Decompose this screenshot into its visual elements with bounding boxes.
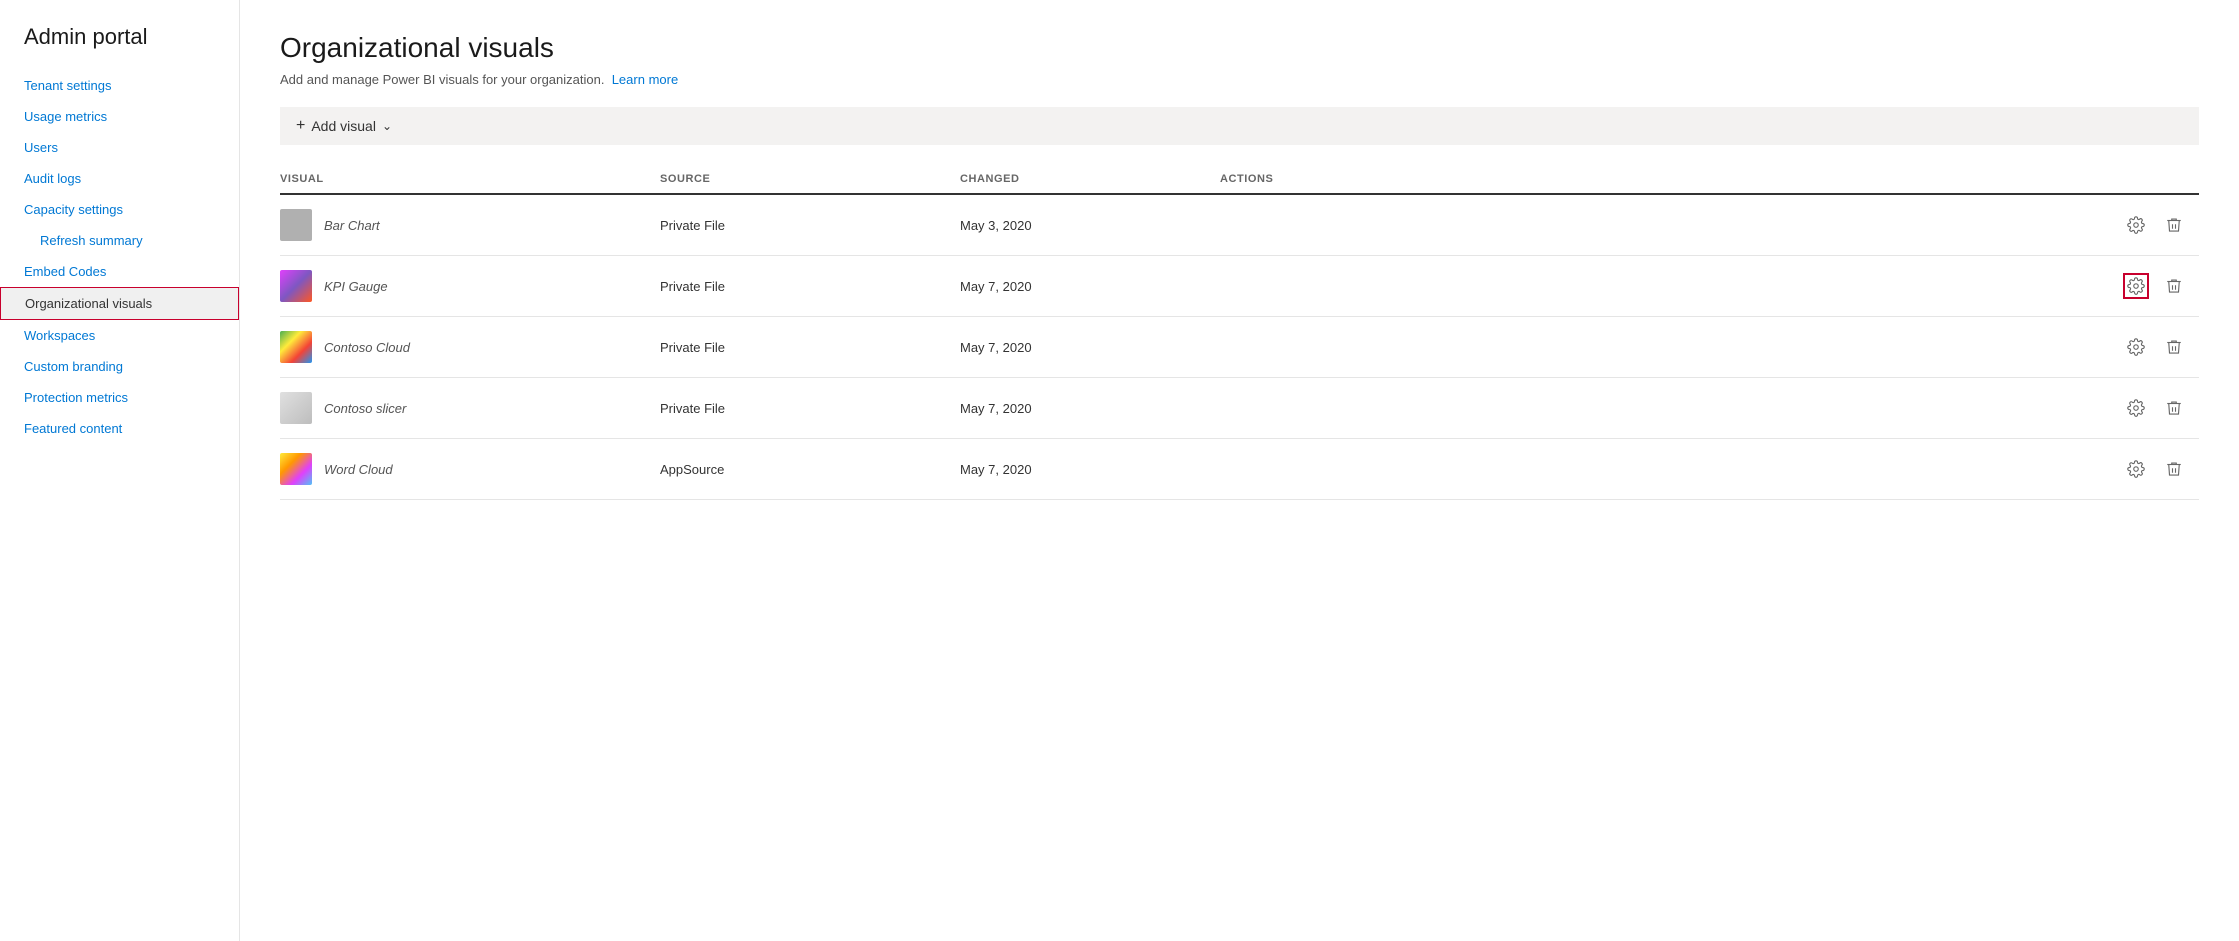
visual-cell-row3: Contoso Cloud (280, 317, 660, 378)
visuals-table: VISUAL SOURCE CHANGED ACTIONS Bar Chart … (280, 165, 2199, 500)
table-row: Contoso Cloud Private FileMay 7, 2020 (280, 317, 2199, 378)
visual-name: Bar Chart (324, 218, 380, 233)
settings-button[interactable] (2123, 273, 2149, 299)
delete-button[interactable] (2161, 456, 2187, 482)
visual-thumbnail (280, 392, 312, 424)
sidebar-item-workspaces[interactable]: Workspaces (0, 320, 239, 351)
add-visual-button[interactable]: + Add visual ⌄ (296, 117, 392, 135)
actions-cell-row3 (1220, 317, 2199, 378)
plus-icon: + (296, 117, 305, 135)
visual-cell-row2: KPI Gauge (280, 256, 660, 317)
col-header-actions: ACTIONS (1220, 165, 2199, 194)
visual-cell-row1: Bar Chart (280, 194, 660, 256)
page-description: Add and manage Power BI visuals for your… (280, 72, 2199, 87)
actions-container (1220, 212, 2187, 238)
visual-info: Contoso Cloud (280, 331, 648, 363)
page-title: Organizational visuals (280, 32, 2199, 64)
visual-thumbnail (280, 270, 312, 302)
sidebar-item-featured-content[interactable]: Featured content (0, 413, 239, 444)
sidebar-item-tenant-settings[interactable]: Tenant settings (0, 70, 239, 101)
add-visual-label: Add visual (311, 118, 376, 134)
sidebar-item-protection-metrics[interactable]: Protection metrics (0, 382, 239, 413)
sidebar-nav: Tenant settingsUsage metricsUsersAudit l… (0, 70, 239, 444)
visual-info: KPI Gauge (280, 270, 648, 302)
actions-cell-row1 (1220, 194, 2199, 256)
col-header-changed: CHANGED (960, 165, 1220, 194)
source-cell-row4: Private File (660, 378, 960, 439)
changed-cell-row3: May 7, 2020 (960, 317, 1220, 378)
source-cell-row1: Private File (660, 194, 960, 256)
chevron-down-icon: ⌄ (382, 119, 392, 133)
source-cell-row5: AppSource (660, 439, 960, 500)
sidebar-item-organizational-visuals[interactable]: Organizational visuals (0, 287, 239, 320)
visual-thumbnail (280, 453, 312, 485)
col-header-source: SOURCE (660, 165, 960, 194)
changed-cell-row5: May 7, 2020 (960, 439, 1220, 500)
sidebar-item-custom-branding[interactable]: Custom branding (0, 351, 239, 382)
settings-button[interactable] (2123, 395, 2149, 421)
visual-thumbnail (280, 209, 312, 241)
sidebar-title: Admin portal (0, 16, 239, 70)
table-row: Bar Chart Private FileMay 3, 2020 (280, 194, 2199, 256)
actions-container (1220, 273, 2187, 299)
visual-info: Contoso slicer (280, 392, 648, 424)
delete-button[interactable] (2161, 334, 2187, 360)
table-row: Word Cloud AppSourceMay 7, 2020 (280, 439, 2199, 500)
visual-info: Bar Chart (280, 209, 648, 241)
source-cell-row2: Private File (660, 256, 960, 317)
sidebar-item-usage-metrics[interactable]: Usage metrics (0, 101, 239, 132)
actions-cell-row5 (1220, 439, 2199, 500)
table-header-row: VISUAL SOURCE CHANGED ACTIONS (280, 165, 2199, 194)
changed-cell-row2: May 7, 2020 (960, 256, 1220, 317)
visual-cell-row4: Contoso slicer (280, 378, 660, 439)
actions-cell-row2 (1220, 256, 2199, 317)
actions-container (1220, 334, 2187, 360)
sidebar-item-embed-codes[interactable]: Embed Codes (0, 256, 239, 287)
table-row: Contoso slicer Private FileMay 7, 2020 (280, 378, 2199, 439)
table-row: KPI Gauge Private FileMay 7, 2020 (280, 256, 2199, 317)
visual-cell-row5: Word Cloud (280, 439, 660, 500)
settings-button[interactable] (2123, 334, 2149, 360)
actions-container (1220, 456, 2187, 482)
settings-button[interactable] (2123, 212, 2149, 238)
page-description-text: Add and manage Power BI visuals for your… (280, 72, 604, 87)
visual-name: Contoso slicer (324, 401, 406, 416)
settings-button[interactable] (2123, 456, 2149, 482)
sidebar-item-audit-logs[interactable]: Audit logs (0, 163, 239, 194)
actions-container (1220, 395, 2187, 421)
app-container: Admin portal Tenant settingsUsage metric… (0, 0, 2239, 941)
main-layout: Admin portal Tenant settingsUsage metric… (0, 0, 2239, 941)
source-cell-row3: Private File (660, 317, 960, 378)
visual-name: Contoso Cloud (324, 340, 410, 355)
table-header: VISUAL SOURCE CHANGED ACTIONS (280, 165, 2199, 194)
changed-cell-row4: May 7, 2020 (960, 378, 1220, 439)
delete-button[interactable] (2161, 273, 2187, 299)
sidebar: Admin portal Tenant settingsUsage metric… (0, 0, 240, 941)
add-visual-bar: + Add visual ⌄ (280, 107, 2199, 145)
visual-name: KPI Gauge (324, 279, 388, 294)
sidebar-item-users[interactable]: Users (0, 132, 239, 163)
learn-more-link[interactable]: Learn more (612, 72, 678, 87)
visual-info: Word Cloud (280, 453, 648, 485)
actions-cell-row4 (1220, 378, 2199, 439)
visual-thumbnail (280, 331, 312, 363)
changed-cell-row1: May 3, 2020 (960, 194, 1220, 256)
sidebar-item-refresh-summary[interactable]: Refresh summary (0, 225, 239, 256)
table-body: Bar Chart Private FileMay 3, 2020 KPI Ga… (280, 194, 2199, 500)
visual-name: Word Cloud (324, 462, 393, 477)
col-header-visual: VISUAL (280, 165, 660, 194)
delete-button[interactable] (2161, 212, 2187, 238)
delete-button[interactable] (2161, 395, 2187, 421)
sidebar-item-capacity-settings[interactable]: Capacity settings (0, 194, 239, 225)
main-content: Organizational visuals Add and manage Po… (240, 0, 2239, 941)
